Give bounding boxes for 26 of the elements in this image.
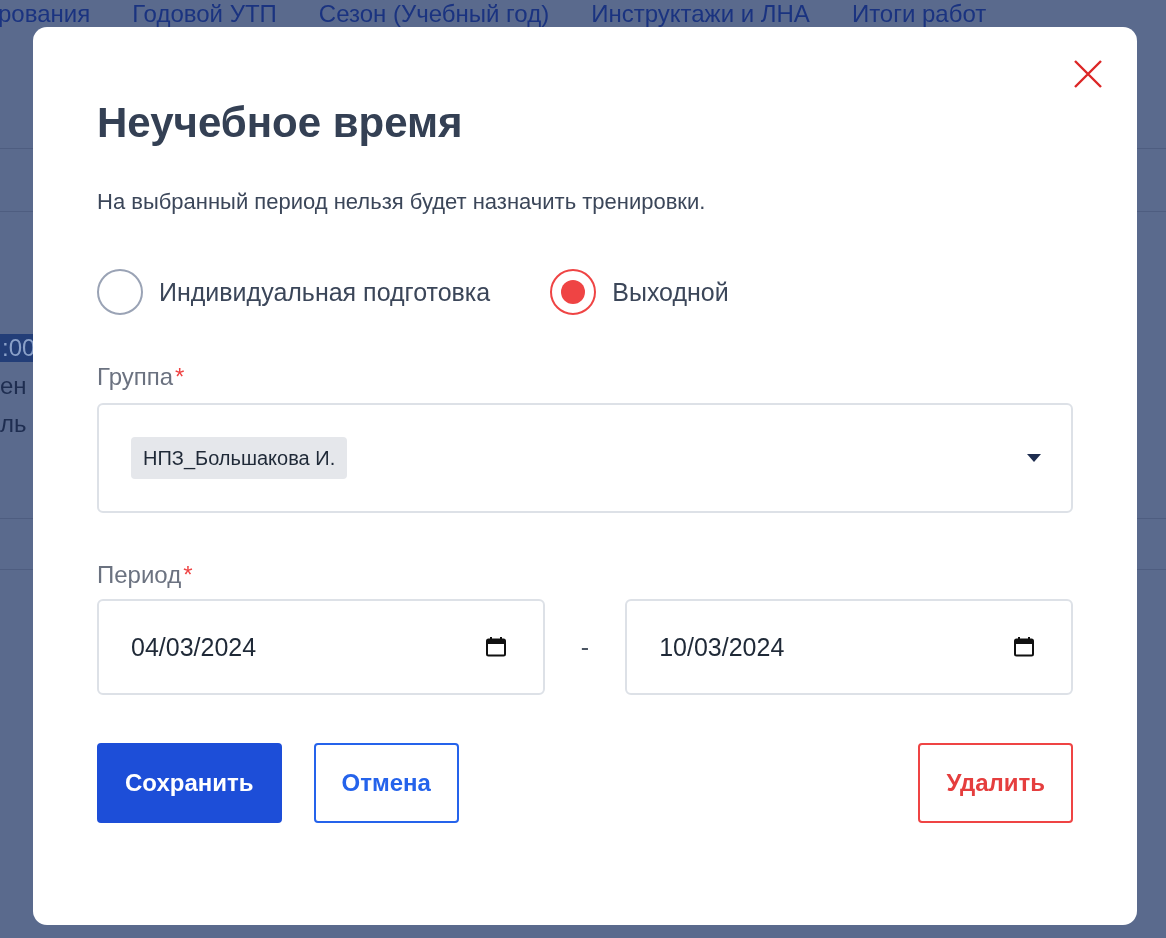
field-label: Период [97,561,182,588]
date-field[interactable]: 04/03/2024 [97,599,545,695]
text-fragment: ен [0,372,27,400]
save-button[interactable]: Сохранить [97,743,282,823]
text-fragment: ль [0,410,27,438]
required-asterisk: * [183,561,193,588]
calendar-icon[interactable] [1013,636,1035,658]
delete-button[interactable]: Удалить [918,743,1073,823]
dialog-title: Неучебное время [97,98,464,148]
group-select[interactable]: НПЗ_Большакова И. [97,403,1073,513]
radio-option[interactable]: Выходной [550,269,729,315]
caret-icon [1027,454,1041,462]
calendar-icon[interactable] [484,636,507,658]
dialog-description: На выбранный период нельзя будет назначить тренировки. [97,189,707,215]
radio-label: Индивидуальная подготовка [159,277,491,307]
radio-label: Выходной [612,277,729,307]
field-label: Группа [97,363,174,390]
close-icon[interactable] [1073,59,1103,89]
selected-tag: НПЗ_Большакова И. [131,436,348,479]
radio-icon[interactable] [97,269,143,315]
radio-icon[interactable] [550,269,597,315]
range-separator: - [579,632,591,662]
cancel-button[interactable]: Отмена [313,743,459,823]
radio-option[interactable]: Индивидуальная подготовка [97,269,491,315]
date-field[interactable]: 10/03/2024 [625,599,1073,695]
required-asterisk: * [175,363,185,390]
